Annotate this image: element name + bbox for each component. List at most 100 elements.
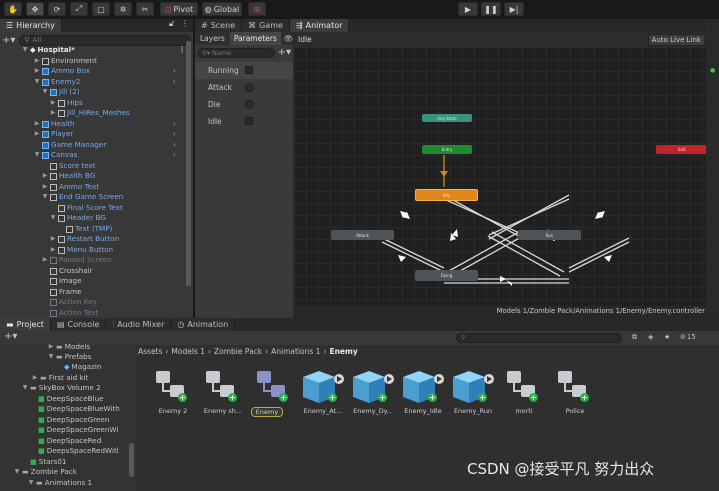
tab-console[interactable]: ▤ Console bbox=[50, 318, 107, 331]
step-button[interactable]: ▶| bbox=[504, 2, 524, 16]
tab-parameters[interactable]: Parameters bbox=[229, 32, 281, 45]
breadcrumb-item[interactable]: Assets bbox=[138, 347, 162, 356]
folder-item[interactable]: ▼ ▬ Zombie Pack bbox=[14, 467, 77, 477]
expand-arrow-icon[interactable]: ▶ bbox=[34, 129, 40, 139]
tree-item[interactable]: ▶ Ammo Box › bbox=[34, 66, 184, 76]
expand-arrow-icon[interactable]: ▶ bbox=[42, 182, 48, 192]
pivot-toggle[interactable]: ⊡ Pivot bbox=[160, 2, 198, 16]
asset-item[interactable]: + Enemy sh... bbox=[200, 369, 246, 415]
add-parameter-button[interactable]: +▾ bbox=[278, 47, 291, 58]
parameter-row[interactable]: Idle bbox=[195, 113, 293, 130]
folder-item[interactable]: ▼ ▬ Animations 1 bbox=[28, 478, 92, 488]
grid-snap-icon[interactable]: ⊞ bbox=[248, 2, 266, 16]
chevron-right-icon[interactable]: › bbox=[173, 140, 176, 150]
folder-item[interactable]: ◆ Magazin bbox=[64, 362, 101, 372]
folder-item[interactable]: ▼ ▬ SkyBox Volume 2 bbox=[22, 383, 101, 393]
expand-arrow-icon[interactable]: ▶ bbox=[42, 255, 48, 265]
pause-button[interactable]: ❚❚ bbox=[481, 2, 501, 16]
parameter-row[interactable]: Running bbox=[195, 62, 293, 79]
tree-item[interactable]: Final Score Text bbox=[50, 203, 123, 213]
trigger-radio[interactable] bbox=[245, 100, 254, 109]
play-button[interactable]: ▶ bbox=[458, 2, 478, 16]
asset-item[interactable]: + Enemy bbox=[251, 369, 297, 417]
chevron-right-icon[interactable]: › bbox=[173, 119, 176, 129]
tab-audio-mixer[interactable]: ⫶ Audio Mixer bbox=[106, 318, 172, 331]
folder-item[interactable]: ■ DeepsSpaceRedWitl bbox=[38, 446, 119, 456]
asset-item[interactable]: + Enemy_At... bbox=[300, 369, 346, 415]
hierarchy-search-input[interactable]: ⚲ All bbox=[19, 34, 191, 46]
asset-item[interactable]: + morti bbox=[501, 369, 547, 415]
folder-item[interactable]: ▼ ▬ Prefabs bbox=[48, 352, 92, 362]
tree-item[interactable]: ▶ Restart Button bbox=[50, 234, 120, 244]
transition-line[interactable] bbox=[487, 235, 561, 277]
expand-arrow-icon[interactable]: ▶ bbox=[48, 342, 54, 352]
tree-item[interactable]: ▶ Ammo Text bbox=[42, 182, 99, 192]
global-toggle[interactable]: ◍ Global bbox=[202, 2, 242, 16]
custom-tool-icon[interactable]: ✂ bbox=[136, 2, 154, 16]
tree-item[interactable]: ▼ Jill (2) bbox=[42, 87, 184, 97]
expand-arrow-icon[interactable]: ▼ bbox=[22, 45, 28, 55]
folder-item[interactable]: ▶ ▬ Models bbox=[48, 342, 90, 352]
hierarchy-tab[interactable]: ☰ Hierarchy bbox=[0, 19, 62, 32]
breadcrumb-item[interactable]: Animations 1 bbox=[271, 347, 320, 356]
tree-item[interactable]: ▶ Menu Button bbox=[50, 245, 113, 255]
expand-arrow-icon[interactable]: ▶ bbox=[34, 66, 40, 76]
tree-item[interactable]: ▼ Canvas › bbox=[34, 150, 184, 160]
tree-item[interactable]: ▶ Jill_HiRes_Meshes bbox=[50, 108, 184, 118]
tree-item[interactable]: ▶ Paused Screen bbox=[42, 255, 112, 265]
project-search-input[interactable]: ⚲ bbox=[456, 333, 622, 343]
chevron-right-icon[interactable]: › bbox=[173, 77, 176, 87]
rect-tool-icon[interactable]: ▢ bbox=[92, 2, 110, 16]
tree-item[interactable]: ▼ End Game Screen bbox=[42, 192, 124, 202]
expand-arrow-icon[interactable]: ▶ bbox=[34, 56, 40, 66]
transform-tool-icon[interactable]: ✲ bbox=[114, 2, 132, 16]
parameter-search-input[interactable]: ⚲▾ Name bbox=[197, 47, 275, 58]
tree-item[interactable]: ▶ Environment bbox=[34, 56, 184, 66]
expand-arrow-icon[interactable]: ▶ bbox=[32, 373, 38, 383]
folder-item[interactable]: ■ DeepSpaceGreenWi bbox=[38, 425, 118, 435]
tab-scene[interactable]: # Scene bbox=[195, 19, 243, 32]
expand-arrow-icon[interactable]: ▼ bbox=[34, 150, 40, 160]
expand-arrow-icon[interactable]: ▼ bbox=[34, 77, 40, 87]
trigger-radio[interactable] bbox=[245, 83, 254, 92]
expand-arrow-icon[interactable]: ▶ bbox=[50, 245, 56, 255]
tree-item[interactable]: Game Manager › bbox=[34, 140, 184, 150]
expand-arrow-icon[interactable]: ▶ bbox=[34, 119, 40, 129]
asset-item[interactable]: + Enemy_Run bbox=[450, 369, 496, 415]
expand-arrow-icon[interactable]: ▼ bbox=[22, 383, 28, 393]
animator-graph[interactable]: Any State Entry Exit Idle Attack Run Dyi… bbox=[294, 47, 719, 306]
parameter-row[interactable]: Die bbox=[195, 96, 293, 113]
tab-game[interactable]: ⌘ Game bbox=[242, 19, 290, 32]
hierarchy-scrollbar[interactable] bbox=[186, 41, 191, 286]
expand-arrow-icon[interactable]: ▼ bbox=[28, 478, 34, 488]
folder-item[interactable]: ■ DeepSpaceRed bbox=[38, 436, 101, 446]
transition-line[interactable] bbox=[381, 237, 445, 269]
bool-checkbox[interactable] bbox=[245, 66, 253, 74]
expand-arrow-icon[interactable]: ▼ bbox=[14, 467, 20, 477]
expand-arrow-icon[interactable]: ▼ bbox=[42, 192, 48, 202]
scene-root[interactable]: ▼ ◆ Hospital* ⋮ bbox=[22, 45, 190, 55]
breadcrumb-item[interactable]: Models 1 bbox=[171, 347, 205, 356]
asset-item[interactable]: + Enemy_Idle bbox=[400, 369, 446, 415]
parameter-row[interactable]: Attack bbox=[195, 79, 293, 96]
tree-item[interactable]: Crosshair bbox=[42, 266, 93, 276]
transition-line[interactable] bbox=[568, 237, 630, 269]
tree-item[interactable]: Frame bbox=[42, 287, 81, 297]
expand-arrow-icon[interactable]: ▶ bbox=[50, 98, 56, 108]
breadcrumb-item[interactable]: Enemy bbox=[329, 347, 357, 356]
tree-item[interactable]: Action Key bbox=[42, 297, 97, 307]
tree-item[interactable]: ▼ Enemy2 › bbox=[34, 77, 184, 87]
run-state-node[interactable]: Run bbox=[518, 230, 581, 240]
rotate-tool-icon[interactable]: ⟳ bbox=[48, 2, 66, 16]
auto-live-link-button[interactable]: Auto Live Link bbox=[647, 34, 705, 46]
add-object-button[interactable]: +▾ bbox=[2, 35, 15, 46]
layer-breadcrumb[interactable]: Idle bbox=[298, 35, 312, 44]
transition-line[interactable] bbox=[568, 241, 630, 273]
expand-arrow-icon[interactable]: ▼ bbox=[48, 352, 54, 362]
expand-arrow-icon[interactable]: ▶ bbox=[50, 108, 56, 118]
tree-item[interactable]: Action Text bbox=[42, 308, 98, 318]
filter-label-icon[interactable]: ◈ bbox=[648, 333, 653, 341]
tab-animator[interactable]: ⇶ Animator bbox=[289, 19, 350, 32]
tree-item[interactable]: ▶ Hips bbox=[50, 98, 184, 108]
move-tool-icon[interactable]: ✥ bbox=[26, 2, 44, 16]
